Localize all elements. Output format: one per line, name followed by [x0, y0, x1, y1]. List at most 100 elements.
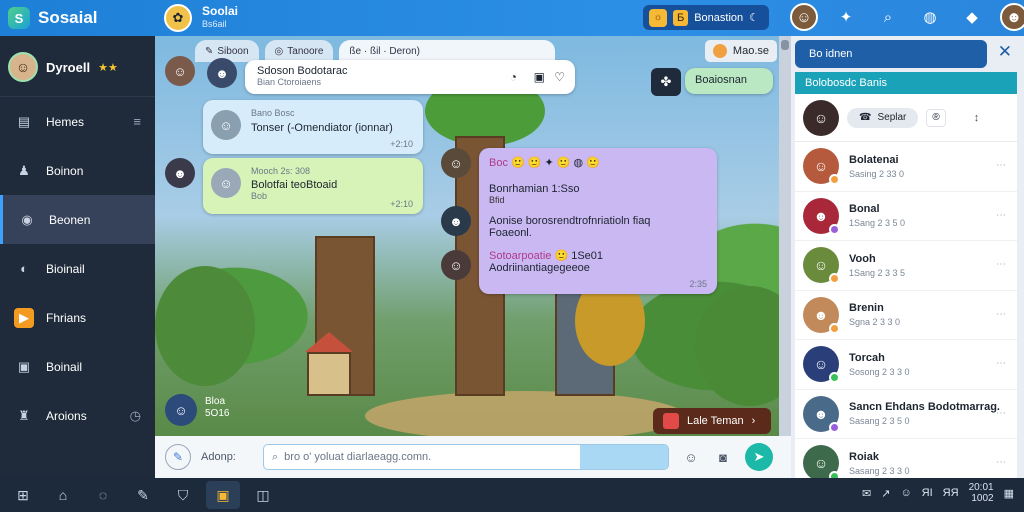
app-taskbar-icon[interactable]: ▣ — [206, 481, 240, 509]
scene-path — [365, 391, 685, 436]
message-text: Boaiosnan — [695, 74, 747, 86]
sidebar-item-chat[interactable]: ◐ Bioinail — [0, 244, 155, 293]
profile-card[interactable]: ☺ Dyroell ★★ — [0, 36, 155, 97]
send-button[interactable]: ➤ — [745, 443, 773, 471]
contact-name: Brenin — [849, 302, 884, 315]
home-icon[interactable]: ⌂ — [46, 481, 80, 509]
like-icon[interactable]: ♡ — [554, 70, 565, 84]
avatar: ☺ — [803, 445, 840, 478]
user-button[interactable]: ☎ Seplar — [847, 107, 919, 128]
contact-time: 1Sang 2 3 3 5 — [849, 267, 906, 278]
current-user-row[interactable]: ☺ ☎ Seplar ® ↕ — [795, 94, 1017, 142]
message-bubble[interactable]: Sdoson Bodotarac Bian Ctoroiaens ◔ ▣ ♡ — [245, 60, 575, 94]
message-line: Aodriinantiagegeeoe — [489, 262, 590, 274]
avatar[interactable]: ☺ — [165, 394, 197, 426]
tab-tanoore[interactable]: ◎ Tanoore — [264, 40, 334, 62]
brand-avatar[interactable]: ✿ — [164, 4, 192, 32]
logo-icon: S — [8, 7, 30, 29]
close-icon[interactable]: ✕ — [998, 42, 1012, 62]
message-bubble[interactable]: Mooch 2s: 308 ☺ Bolotfai teoBtoaid Bob +… — [203, 158, 423, 214]
avatar[interactable]: ☺ — [900, 487, 911, 499]
sidebar-item-folder[interactable]: ▶ Fhrians — [0, 293, 155, 342]
more-icon[interactable]: ⋯ — [996, 457, 1007, 468]
avatar[interactable]: ☺ — [165, 56, 195, 86]
shield-icon[interactable]: ⛉ — [166, 481, 200, 509]
sidebar-item-users[interactable]: ♟ Boinon — [0, 146, 155, 195]
more-icon[interactable]: ⋯ — [996, 309, 1007, 320]
more-icon[interactable]: ⋯ — [996, 358, 1007, 369]
translate-icon[interactable]: ▣ — [534, 70, 545, 84]
composer-label: Adonp: — [201, 451, 236, 463]
status-dot — [829, 223, 840, 235]
shield-icon[interactable]: ◆ — [958, 3, 986, 31]
message-bubble[interactable]: Bano Bosc ☺ Tonser (-Omendiator (ionnar)… — [203, 100, 423, 154]
folder-icon: ▶ — [14, 307, 34, 328]
more-icon[interactable]: ⋯ — [996, 408, 1007, 419]
bird-icon[interactable]: ✦ — [832, 3, 860, 31]
top-chip[interactable]: Mao.se — [704, 40, 777, 62]
message-header-text: Boc — [489, 157, 508, 169]
edit-icon[interactable]: ✎ — [126, 481, 160, 509]
avatar[interactable]: ☻ — [207, 58, 237, 88]
emoji-icon[interactable]: ☺ — [679, 445, 703, 469]
avatar[interactable]: ☺ — [441, 250, 471, 280]
scene-roof — [305, 332, 353, 352]
avatar[interactable]: ☺ — [441, 148, 471, 178]
contact-row[interactable]: ☻ Sancn Ehdans Bodotmarrag. Sasang 2 3 5 … — [795, 390, 1017, 439]
user-avatar[interactable]: ☺ — [790, 3, 818, 31]
contact-row[interactable]: ☻ Brenin Sgna 2 3 3 0 ⋯ — [795, 291, 1017, 340]
app-name: Sosaial — [38, 8, 98, 27]
search-icon[interactable]: ⌕ — [874, 3, 902, 31]
tab-icon: ◎ — [274, 45, 284, 57]
menu-icon[interactable]: ≡ — [133, 114, 141, 129]
avatar[interactable]: ☻ — [165, 158, 195, 188]
more-icon[interactable]: ⋯ — [996, 210, 1007, 221]
chat-icon[interactable]: ◌ — [86, 481, 120, 509]
message-input[interactable]: ⌕ bro o' yoluat diarlaeagg.comn. — [263, 444, 669, 470]
badge-button[interactable]: ® — [926, 108, 946, 127]
chat-area[interactable]: ✎ Siboon ◎ Tanoore ße · ßil · Deron) Mao.s… — [155, 36, 791, 436]
notification-pill[interactable]: ☼ Ƃ Bonastion ☾ — [643, 5, 769, 30]
chat-scrollbar[interactable] — [779, 36, 791, 436]
profile-avatar[interactable]: ☻ — [1000, 3, 1024, 31]
sidebar-item-home[interactable]: ▤ Hemes ≡ — [0, 97, 155, 146]
scrollbar-thumb[interactable] — [781, 40, 789, 50]
contact-row[interactable]: ☺ Bolatenai Sasing 2 33 0 ⋯ — [795, 142, 1017, 192]
message-title: Sdoson Bodotarac — [257, 65, 348, 77]
attach-icon[interactable]: ✎ — [165, 444, 191, 470]
mail-icon[interactable]: ✉ — [862, 487, 871, 500]
globe-icon[interactable]: ◍ — [916, 3, 944, 31]
clock[interactable]: 20:01 1002 — [969, 482, 994, 504]
contact-row[interactable]: ☻ Bonal 1Sang 2 3 5 0 ⋯ — [795, 192, 1017, 241]
scene-tree — [695, 286, 791, 406]
chevron-right-icon: › — [751, 415, 756, 427]
message-bubble[interactable]: Boaiosnan — [685, 68, 773, 94]
clock-icon[interactable]: ◷ — [130, 408, 141, 424]
grid-icon[interactable]: ▦ — [1004, 487, 1014, 500]
tab-active[interactable]: ße · ßil · Deron) — [339, 40, 555, 62]
sidebar-item-note[interactable]: ▣ Boinail — [0, 342, 155, 391]
contact-row[interactable]: ☺ Torcah Sosong 2 3 3 0 ⋯ — [795, 340, 1017, 390]
sidebar-item-bell[interactable]: ♜ Aroions ◷ — [0, 391, 155, 440]
start-icon[interactable]: ⊞ — [6, 481, 40, 509]
clover-icon[interactable]: ✤ — [651, 68, 681, 96]
sidebar-item-label: Beonen — [49, 212, 91, 227]
contact-row[interactable]: ☺ Roiak Sasang 2 3 3 0 ⋯ — [795, 439, 1017, 478]
more-icon[interactable]: ⋯ — [996, 160, 1007, 171]
sidebar-item-sound[interactable]: ◉ Beonen — [0, 195, 155, 244]
chart-icon[interactable]: ↗ — [881, 487, 890, 500]
avatar[interactable]: ☻ — [441, 206, 471, 236]
contact-row[interactable]: ☺ Vooh 1Sang 2 3 3 5 ⋯ — [795, 241, 1017, 291]
message-bubble[interactable]: Boc 🙂 🙂 ✦ 🙂 ◍ 🙂 Bonrhamian 1:Sso Bfid Ao… — [479, 148, 717, 294]
input-highlight — [580, 445, 668, 469]
emoji-row: 🙂 🙂 ✦ 🙂 ◍ 🙂 — [511, 157, 600, 169]
camera-icon[interactable]: ◙ — [711, 445, 735, 469]
app-logo[interactable]: S Sosaial — [0, 7, 156, 29]
brand-block: Soolai Bs6ail — [202, 5, 238, 31]
brand-subtitle: Bs6ail — [202, 19, 227, 29]
reply-icon[interactable]: ◔ — [510, 70, 517, 84]
more-icon[interactable]: ⋯ — [996, 259, 1007, 270]
sort-icon[interactable]: ↕ — [974, 112, 980, 124]
image-icon[interactable]: ◫ — [246, 481, 280, 509]
quick-action-chip[interactable]: Lale Teman › — [653, 408, 771, 434]
